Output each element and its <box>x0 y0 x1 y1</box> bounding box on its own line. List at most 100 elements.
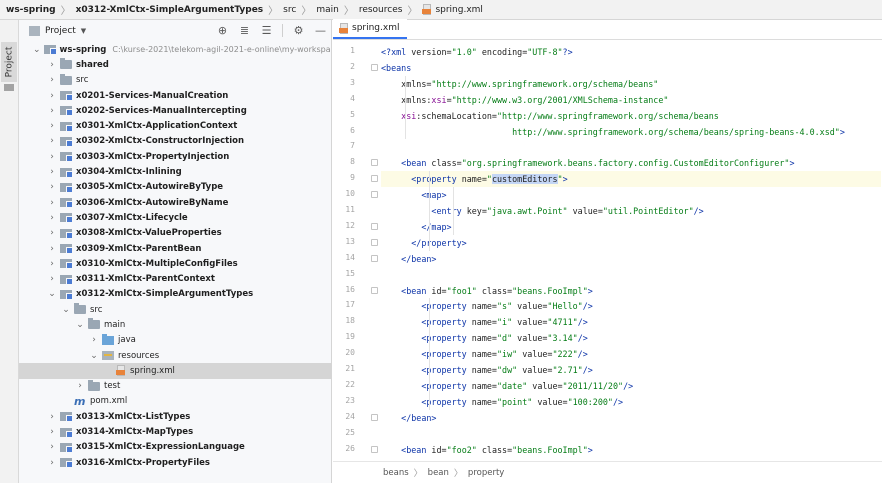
project-tool-tab[interactable]: Project <box>1 42 17 82</box>
chevron-right-icon[interactable]: › <box>47 136 57 146</box>
fold-marker-icon[interactable] <box>371 222 378 230</box>
chevron-right-icon[interactable]: › <box>47 412 57 422</box>
tree-item[interactable]: › x0303-XmlCtx-PropertyInjection <box>19 149 331 164</box>
tree-item[interactable]: › x0313-XmlCtx-ListTypes <box>19 409 331 424</box>
tree-item[interactable]: › x0307-XmlCtx-Lifecycle <box>19 210 331 225</box>
chevron-right-icon[interactable]: › <box>47 198 57 208</box>
tree-item[interactable]: ⌄ resources <box>19 348 331 363</box>
code-editor[interactable]: <?xml version="1.0" encoding="UTF-8"?> <b… <box>381 41 881 463</box>
indent-guide <box>453 187 454 235</box>
tree-item[interactable]: › x0314-XmlCtx-MapTypes <box>19 424 331 439</box>
chevron-right-icon[interactable]: › <box>89 335 99 345</box>
chevron-right-icon[interactable]: › <box>47 121 57 131</box>
chevron-right-icon[interactable]: › <box>47 91 57 101</box>
chevron-down-icon[interactable]: ⌄ <box>75 320 85 330</box>
module-folder-icon <box>60 244 73 254</box>
expand-all-icon[interactable]: ≣ <box>238 24 251 37</box>
tree-item[interactable]: › x0306-XmlCtx-AutowireByName <box>19 195 331 210</box>
tree-item[interactable]: › x0310-XmlCtx-MultipleConfigFiles <box>19 256 331 271</box>
folder-icon <box>88 379 100 391</box>
chevron-down-icon[interactable]: ▼ <box>81 27 86 35</box>
fold-marker-icon[interactable] <box>371 445 378 453</box>
hide-icon[interactable]: — <box>314 24 327 37</box>
fold-marker-icon[interactable] <box>371 413 378 421</box>
tree-item[interactable]: › x0305-XmlCtx-AutowireByType <box>19 180 331 195</box>
chevron-right-icon[interactable]: › <box>47 427 57 437</box>
code-line: xmlns:xsi="http://www.w3.org/2001/XMLSch… <box>381 94 669 105</box>
chevron-right-icon[interactable]: › <box>47 60 57 70</box>
fold-marker-icon[interactable] <box>371 159 378 167</box>
tree-item[interactable]: ⌄ src <box>19 302 331 317</box>
chevron-right-icon[interactable]: › <box>47 182 57 192</box>
fold-marker-icon[interactable] <box>371 238 378 246</box>
fold-marker-icon[interactable] <box>371 286 378 294</box>
tree-item[interactable]: ⌄ x0312-XmlCtx-SimpleArgumentTypes <box>19 287 331 302</box>
crumb-src[interactable]: src <box>283 5 296 15</box>
fold-marker-icon[interactable] <box>371 191 378 199</box>
tree-item[interactable]: › x0202-Services-ManualIntercepting <box>19 103 331 118</box>
tree-item[interactable]: › x0201-Services-ManualCreation <box>19 88 331 103</box>
crumb-beans[interactable]: beans <box>383 468 409 478</box>
tree-item[interactable]: › x0302-XmlCtx-ConstructorInjection <box>19 134 331 149</box>
module-folder-icon <box>60 274 73 285</box>
tree-item[interactable]: › src <box>19 73 331 88</box>
tree-item[interactable]: › java <box>19 333 331 348</box>
crosshair-icon[interactable]: ⊕ <box>216 24 229 37</box>
tree-item[interactable]: › x0316-XmlCtx-PropertyFiles <box>19 455 331 470</box>
collapse-all-icon[interactable]: ☰ <box>260 24 273 37</box>
tree-item[interactable]: m pom.xml <box>19 394 331 409</box>
tree-item[interactable]: spring.xml <box>19 363 331 379</box>
chevron-right-icon[interactable]: › <box>47 213 57 223</box>
tree-item[interactable]: ⌄ ws-spring C:\kurse-2021\telekom-agil-202… <box>19 42 331 57</box>
chevron-right-icon[interactable]: › <box>47 274 57 284</box>
chevron-down-icon[interactable]: ⌄ <box>89 351 99 361</box>
chevron-down-icon[interactable]: ⌄ <box>47 289 57 299</box>
module-folder-icon <box>60 152 73 163</box>
tree-item[interactable]: › x0308-XmlCtx-ValueProperties <box>19 226 331 241</box>
editor-area: spring.xml 1 2 3 4 5 6 7 8 9 10 11 12 13 14 15 16 17 18 19… <box>333 19 882 483</box>
tree-item[interactable]: › shared <box>19 57 331 72</box>
chevron-right-icon[interactable]: › <box>47 442 57 452</box>
line-number: 5 <box>350 109 355 119</box>
crumb-project[interactable]: ws-spring <box>6 5 56 15</box>
tree-item[interactable]: › x0301-XmlCtx-ApplicationContext <box>19 118 331 133</box>
tree-item-label: x0301-XmlCtx-ApplicationContext <box>76 121 238 132</box>
crumb-module[interactable]: x0312-XmlCtx-SimpleArgumentTypes <box>76 5 264 15</box>
crumb-property[interactable]: property <box>468 468 504 478</box>
crumb-resources[interactable]: resources <box>359 5 403 15</box>
crumb-file[interactable]: spring.xml <box>422 4 483 15</box>
crumb-main[interactable]: main <box>316 5 339 15</box>
line-number: 24 <box>345 411 355 421</box>
code-line: <property name="point" value="100:200"/> <box>381 396 624 407</box>
fold-marker-icon[interactable] <box>371 175 378 183</box>
tree-item-label: src <box>76 75 89 86</box>
tree-item[interactable]: › x0311-XmlCtx-ParentContext <box>19 271 331 286</box>
gear-icon[interactable]: ⚙ <box>292 24 305 37</box>
folder-icon <box>4 84 14 91</box>
code-line: <property name="i" value="4711"/> <box>381 317 588 328</box>
chevron-right-icon[interactable]: › <box>75 381 85 391</box>
line-number: 8 <box>350 157 355 167</box>
tree-item[interactable]: ⌄ main <box>19 317 331 332</box>
tree-item[interactable]: › x0315-XmlCtx-ExpressionLanguage <box>19 440 331 455</box>
project-view-selector[interactable]: Project <box>45 26 76 36</box>
chevron-right-icon[interactable]: › <box>47 458 57 468</box>
tree-item[interactable]: › x0304-XmlCtx-Inlining <box>19 164 331 179</box>
tree-item[interactable]: › x0309-XmlCtx-ParentBean <box>19 241 331 256</box>
tab-spring-xml[interactable]: spring.xml <box>333 19 408 39</box>
chevron-down-icon[interactable]: ⌄ <box>61 305 71 315</box>
fold-marker-icon[interactable] <box>371 63 378 71</box>
chevron-right-icon[interactable]: › <box>47 152 57 162</box>
tree-item[interactable]: › test <box>19 379 331 394</box>
chevron-right-icon[interactable]: › <box>47 167 57 177</box>
crumb-bean[interactable]: bean <box>428 468 449 478</box>
fold-marker-icon[interactable] <box>371 254 378 262</box>
chevron-right-icon[interactable]: › <box>47 75 57 85</box>
chevron-right-icon[interactable]: › <box>47 259 57 269</box>
chevron-right-icon[interactable]: › <box>47 106 57 116</box>
chevron-right-icon[interactable]: › <box>47 228 57 238</box>
chevron-right-icon[interactable]: › <box>47 244 57 254</box>
tree-item-label: x0306-XmlCtx-AutowireByName <box>76 197 229 208</box>
code-line: <beans <box>381 62 412 73</box>
chevron-down-icon[interactable]: ⌄ <box>33 45 41 55</box>
